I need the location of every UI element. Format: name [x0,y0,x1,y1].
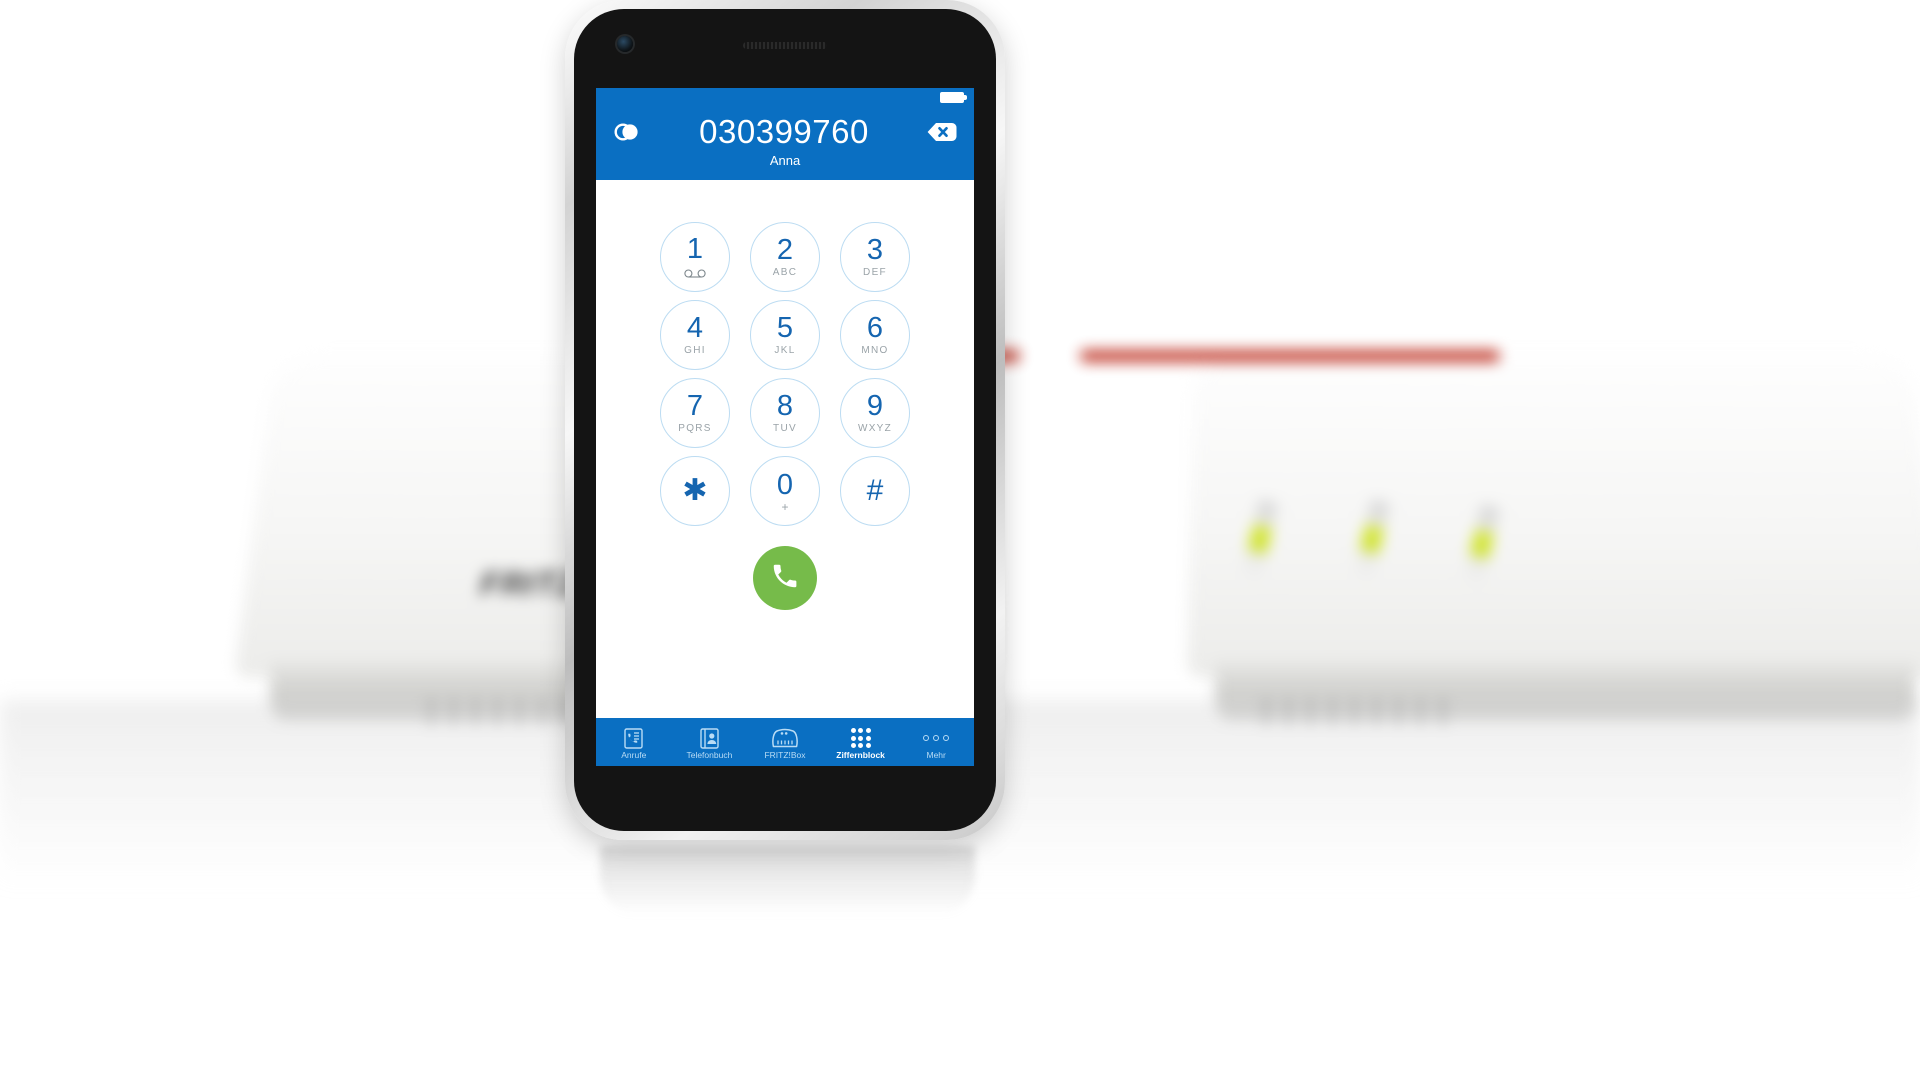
key-3-digit: 3 [866,233,884,266]
key-1[interactable]: 1 [660,222,730,293]
key-5-digit: 5 [776,311,794,344]
key-0-digit: 0 [776,468,794,501]
nav-item-fritzbox-label: FRITZ!Box [764,750,806,761]
scene: FRITZ!Box [0,0,1920,1080]
call-list-icon [624,727,643,749]
key-star[interactable]: ✱ [660,456,730,527]
key-4-letters: GHI [684,344,706,356]
keypad-area: 1 2 ABC 3 DEF 4 GHI 5 JKL 6 MNO 7 PQRS 8… [596,180,974,718]
key-9[interactable]: 9 WXYZ [840,378,910,449]
key-6-letters: MNO [861,344,889,356]
phone-handset-icon [770,561,800,596]
key-5[interactable]: 5 JKL [750,300,820,371]
key-9-letters: WXYZ [857,422,893,434]
bottom-navigation: Anrufe Telefonbuch FRITZ!Box Ziffernbloc… [596,718,974,766]
key-0[interactable]: 0 + [750,456,820,527]
nav-item-mehr[interactable]: Mehr [898,718,974,766]
key-9-digit: 9 [866,389,884,422]
more-dots-icon [923,727,950,749]
status-bar [596,88,974,106]
dial-keypad: 1 2 ABC 3 DEF 4 GHI 5 JKL 6 MNO 7 PQRS 8… [650,218,920,530]
key-7[interactable]: 7 PQRS [660,378,730,449]
phone-reflection [600,846,975,916]
key-8-digit: 8 [776,389,794,422]
key-3[interactable]: 3 DEF [840,222,910,293]
key-6[interactable]: 6 MNO [840,300,910,371]
key-2[interactable]: 2 ABC [750,222,820,293]
key-2-letters: ABC [772,266,798,278]
key-8[interactable]: 8 TUV [750,378,820,449]
key-4-digit: 4 [686,311,704,344]
key-4[interactable]: 4 GHI [660,300,730,371]
toggle-circles-icon[interactable] [610,115,644,149]
key-6-digit: 6 [866,311,884,344]
nav-item-anrufe-label: Anrufe [621,750,647,761]
nav-item-telefonbuch[interactable]: Telefonbuch [672,718,748,766]
key-5-letters: JKL [774,344,796,356]
nav-item-ziffernblock-label: Ziffernblock [836,750,885,761]
voicemail-icon [684,268,706,279]
key-0-plus: + [781,499,789,514]
app-screen: 030399760 Anna 1 2 ABC 3 DEF 4 GHI 5 JKL… [596,88,974,766]
call-button[interactable] [753,546,817,611]
front-camera-icon [617,36,633,52]
key-7-letters: PQRS [678,422,712,434]
battery-full-icon [940,91,967,103]
nav-item-anrufe[interactable]: Anrufe [596,718,672,766]
nav-item-ziffernblock[interactable]: Ziffernblock [823,718,899,766]
nav-item-mehr-label: Mehr [926,750,946,761]
dialer-header: 030399760 Anna [596,106,974,181]
nav-item-fritzbox[interactable]: FRITZ!Box [747,718,823,766]
key-1-digit: 1 [686,233,704,266]
earpiece-speaker-icon [743,42,827,49]
nav-item-telefonbuch-label: Telefonbuch [686,750,733,761]
key-2-digit: 2 [776,233,794,266]
key-hash-symbol: # [866,474,884,508]
address-book-icon [700,727,719,749]
keypad-grid-icon [850,727,871,749]
key-hash[interactable]: # [840,456,910,527]
router-icon [771,727,799,749]
contact-name: Anna [769,153,801,169]
key-star-symbol: ✱ [682,474,708,508]
key-3-letters: DEF [863,266,887,278]
smartphone-device: 030399760 Anna 1 2 ABC 3 DEF 4 GHI 5 JKL… [565,0,1005,840]
dialed-number[interactable]: 030399760 [644,113,924,150]
key-8-letters: TUV [773,422,797,434]
backspace-delete-icon[interactable] [924,115,960,149]
key-7-digit: 7 [686,389,704,422]
